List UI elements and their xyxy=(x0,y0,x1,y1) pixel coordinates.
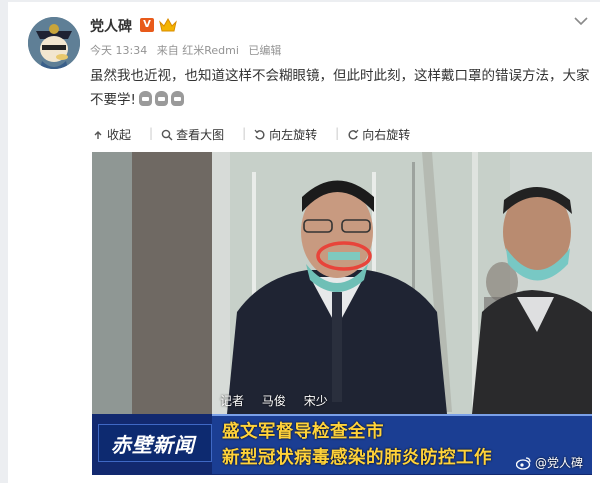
post-text: 虽然我也近视，也知道这样不会糊眼镜，但此时此刻，这样戴口罩的错误方法，大家不要学… xyxy=(90,64,590,112)
weibo-watermark: @党人碑 xyxy=(516,454,583,471)
face-mask-emoji-icon xyxy=(170,91,184,106)
view-large-label: 查看大图 xyxy=(176,128,225,142)
image-toolbar: 收起 | 查看大图 | 向左旋转 | 向右旋转 xyxy=(92,126,428,143)
channel-logo: 赤壁新闻 xyxy=(98,424,212,462)
weibo-post-card: 党人碑 V 今天 13:34 来自 红米Redmi 已编辑 虽然我也近视，也知道… xyxy=(8,2,600,483)
face-mask-emoji-icon xyxy=(154,91,168,106)
watermark-text: @党人碑 xyxy=(535,456,584,470)
collapse-button[interactable]: 收起 xyxy=(92,126,131,143)
collapse-icon xyxy=(94,130,102,139)
rotate-right-icon xyxy=(348,129,359,140)
channel-logo-text: 赤壁新闻 xyxy=(111,433,195,457)
rotate-left-button[interactable]: 向左旋转 xyxy=(254,126,317,143)
verified-badge-icon: V xyxy=(140,18,154,32)
rotate-right-label: 向右旋转 xyxy=(362,128,411,142)
reporter-label: 记者 xyxy=(220,394,245,408)
rotate-left-icon xyxy=(254,129,265,140)
rotate-right-button[interactable]: 向右旋转 xyxy=(347,126,410,143)
crown-icon xyxy=(159,17,177,32)
edited-label[interactable]: 已编辑 xyxy=(248,44,281,57)
search-icon xyxy=(161,129,173,140)
chevron-down-icon[interactable] xyxy=(574,16,588,26)
divider: | xyxy=(242,126,247,140)
view-large-button[interactable]: 查看大图 xyxy=(161,126,224,143)
face-mask-emoji-icon xyxy=(138,91,152,106)
divider: | xyxy=(149,126,154,140)
reporter-name-2: 宋少 xyxy=(303,394,328,408)
post-image[interactable]: 记者 马俊 宋少 赤壁新闻 盛文军督导检查全市 新型冠状病毒感染的肺炎防控工作 … xyxy=(92,152,592,475)
reporter-name-1: 马俊 xyxy=(261,394,286,408)
reporter-credit: 记者 马俊 宋少 xyxy=(220,392,342,409)
weibo-logo-icon xyxy=(516,456,531,470)
username[interactable]: 党人碑 xyxy=(90,16,132,36)
rotate-left-label: 向左旋转 xyxy=(269,128,318,142)
avatar[interactable] xyxy=(28,17,80,69)
post-meta: 今天 13:34 来自 红米Redmi 已编辑 xyxy=(90,42,287,58)
post-time[interactable]: 今天 13:34 xyxy=(90,44,147,57)
post-source: 来自 红米Redmi xyxy=(156,44,239,57)
collapse-label: 收起 xyxy=(107,128,132,142)
caption-line-1: 盛文军督导检查全市 xyxy=(222,422,384,442)
caption-line-2: 新型冠状病毒感染的肺炎防控工作 xyxy=(222,448,492,468)
divider: | xyxy=(335,126,340,140)
